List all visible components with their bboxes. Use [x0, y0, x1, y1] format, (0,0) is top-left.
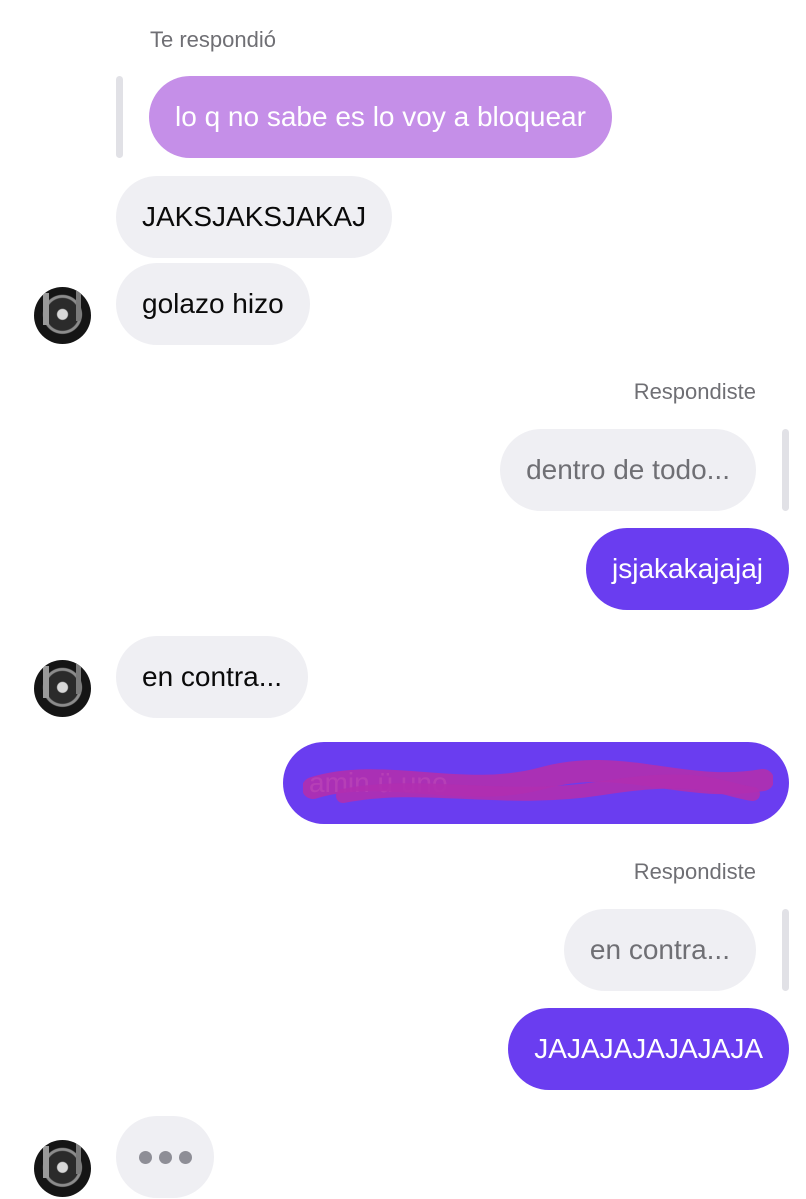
typing-indicator-icon	[116, 1116, 214, 1198]
quote-bar	[782, 909, 789, 991]
received-message-bubble[interactable]: golazo hizo	[116, 263, 310, 345]
reply-context-label: Te respondió	[150, 27, 276, 52]
contact-avatar-icon[interactable]	[34, 660, 91, 717]
redaction-scribble	[303, 760, 773, 803]
sent-message-bubble-redacted[interactable]: amin ü uno	[283, 742, 789, 824]
typing-dot	[138, 1150, 152, 1164]
quoted-message-bubble[interactable]: en contra...	[563, 909, 756, 991]
contact-avatar-icon[interactable]	[34, 287, 91, 344]
quote-bar	[782, 429, 789, 511]
sent-message-bubble[interactable]: jsjakakajajaj	[586, 528, 789, 610]
reply-context-label: Respondiste	[633, 379, 756, 404]
typing-dot	[178, 1150, 192, 1164]
typing-dot	[158, 1150, 172, 1164]
contact-avatar-icon[interactable]	[34, 1140, 91, 1197]
quoted-message-bubble[interactable]: lo q no sabe es lo voy a bloquear	[149, 76, 612, 158]
reply-context-label: Respondiste	[633, 859, 756, 884]
received-message-bubble[interactable]: JAKSJAKSJAKAJ	[116, 176, 393, 258]
received-message-bubble[interactable]: en contra...	[116, 636, 309, 718]
quoted-message-bubble[interactable]: dentro de todo...	[500, 429, 756, 511]
sent-message-bubble[interactable]: JAJAJAJAJAJAJA	[508, 1008, 789, 1090]
quote-bar	[116, 76, 123, 158]
